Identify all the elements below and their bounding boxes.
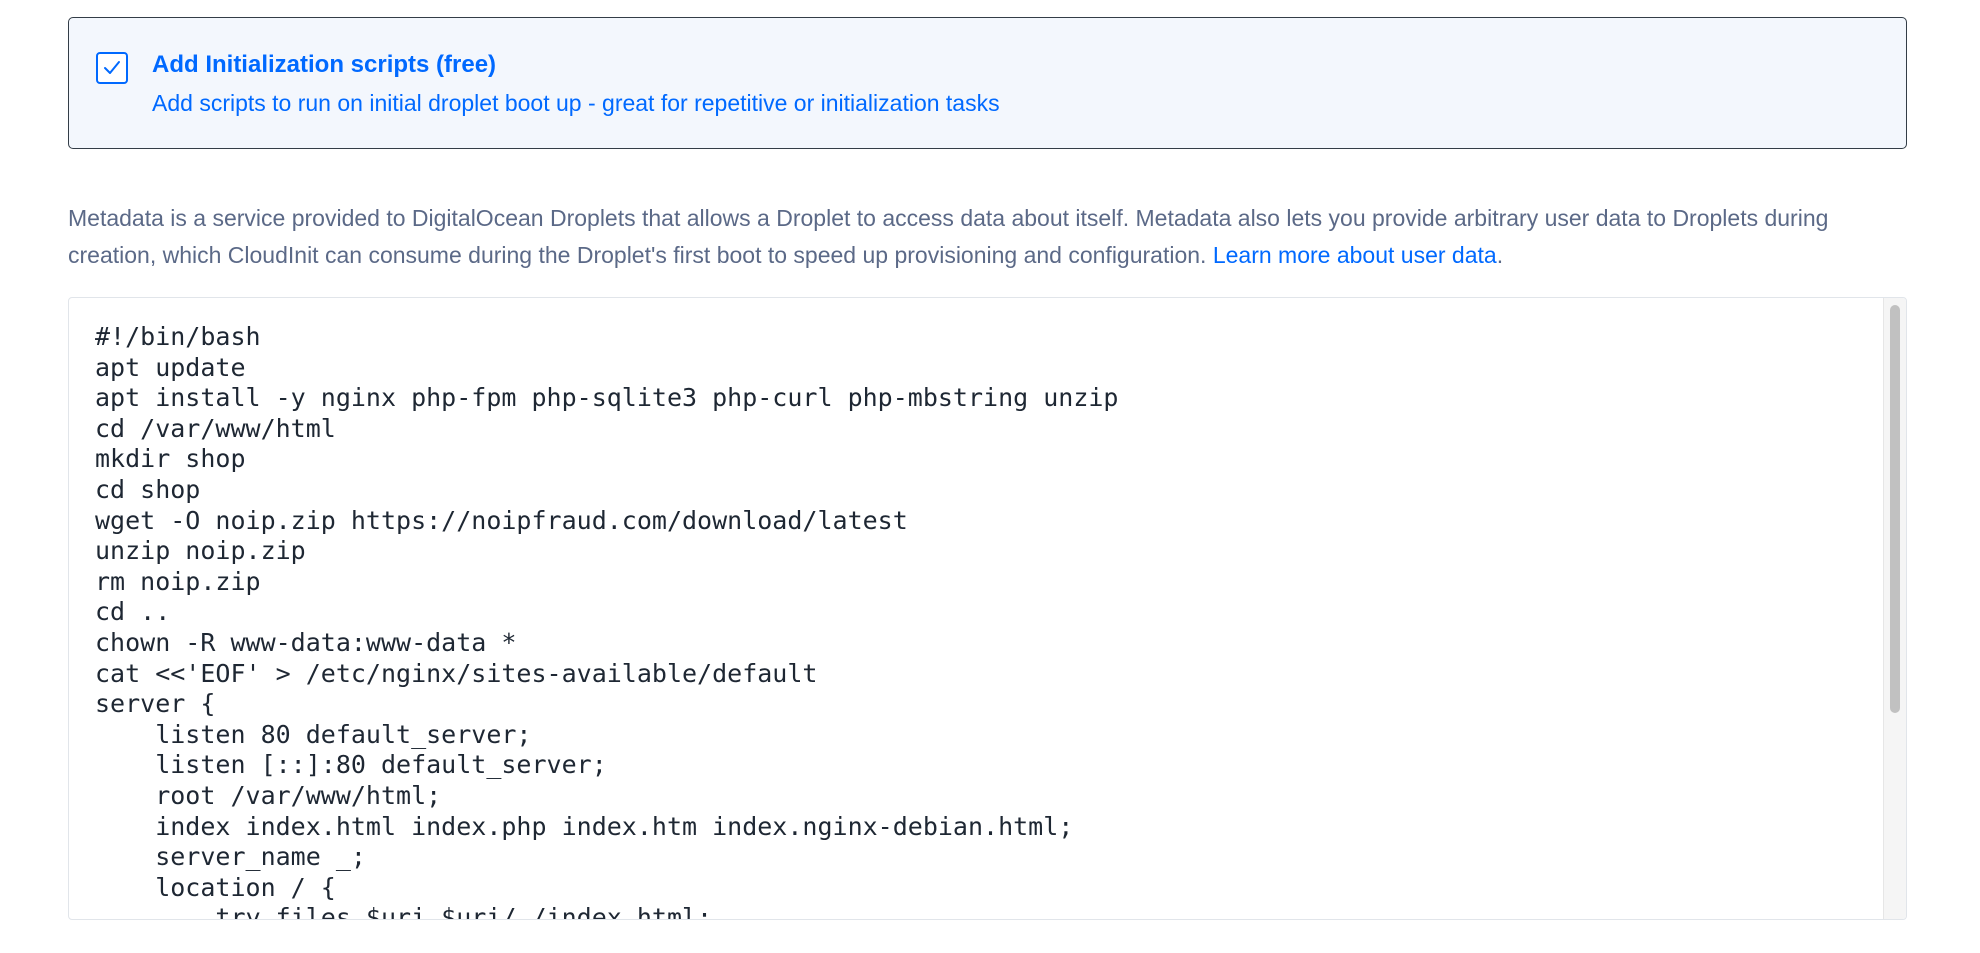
learn-more-user-data-link[interactable]: Learn more about user data	[1213, 242, 1497, 268]
user-data-textarea[interactable]: #!/bin/bash apt update apt install -y ng…	[95, 322, 1119, 919]
metadata-description-suffix: .	[1496, 242, 1504, 268]
init-scripts-title[interactable]: Add Initialization scripts (free)	[152, 51, 496, 79]
checkmark-icon	[104, 61, 120, 74]
editor-scrollbar-thumb[interactable]	[1890, 305, 1900, 713]
init-scripts-option[interactable]: Add Initialization scripts (free) Add sc…	[68, 17, 1907, 149]
metadata-description-text: Metadata is a service provided to Digita…	[68, 205, 1829, 268]
editor-scrollbar[interactable]	[1883, 298, 1906, 919]
user-data-editor[interactable]: #!/bin/bash apt update apt install -y ng…	[68, 297, 1907, 920]
init-scripts-description: Add scripts to run on initial droplet bo…	[152, 90, 1000, 116]
init-scripts-checkbox[interactable]	[96, 52, 128, 84]
metadata-description: Metadata is a service provided to Digita…	[68, 200, 1918, 274]
